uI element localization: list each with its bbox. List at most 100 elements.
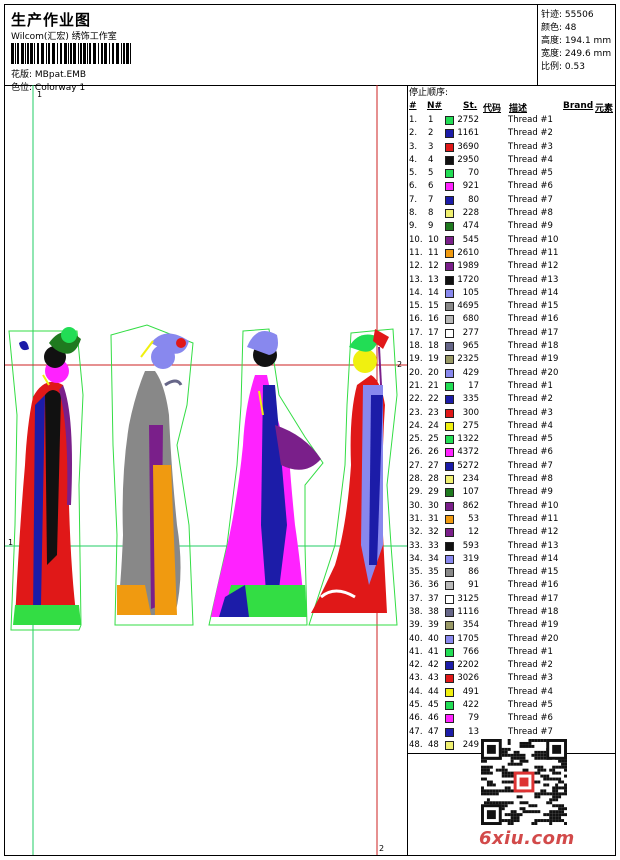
thread-stitches: 2202 <box>457 660 479 671</box>
thread-index: 44. <box>409 686 423 697</box>
thread-stitches: 1705 <box>457 633 479 644</box>
thread-description: Thread #6 <box>508 181 553 192</box>
thread-row: 33. 33 593 Thread #13 <box>409 541 609 554</box>
thread-row: 9. 9 474 Thread #9 <box>409 221 609 234</box>
thread-needle: 41 <box>428 646 439 657</box>
thread-needle: 14 <box>428 287 439 298</box>
thread-needle: 44 <box>428 686 439 697</box>
thread-needle: 23 <box>428 407 439 418</box>
thread-description: Thread #14 <box>508 553 559 564</box>
thread-index: 10. <box>409 234 423 245</box>
thread-index: 3. <box>409 141 418 152</box>
thread-description: Thread #1 <box>508 380 553 391</box>
thread-index: 43. <box>409 673 423 684</box>
thread-stitches: 1116 <box>457 606 479 617</box>
thread-stitches: 335 <box>462 394 479 405</box>
thread-index: 1. <box>409 115 418 125</box>
thread-stitches: 1989 <box>457 261 479 272</box>
thread-needle: 33 <box>428 540 439 551</box>
marker-left-mid: 1 <box>8 538 13 547</box>
design-label: 花版: <box>11 70 33 80</box>
thread-row: 46. 46 79 Thread #6 <box>409 713 609 726</box>
thread-needle: 13 <box>428 274 439 285</box>
design-value: MBpat.EMB <box>34 70 87 80</box>
thread-stitches: 12 <box>468 527 479 538</box>
thread-description: Thread #11 <box>508 513 559 524</box>
thread-row: 4. 4 2950 Thread #4 <box>409 155 609 168</box>
col-element: 元素 <box>595 104 614 114</box>
design-name-row: 花版: MBpat.EMB <box>11 67 86 80</box>
thread-needle: 32 <box>428 527 439 538</box>
thread-row: 37. 37 3125 Thread #17 <box>409 594 609 607</box>
thread-row: 12. 12 1989 Thread #12 <box>409 261 609 274</box>
thread-row: 20. 20 429 Thread #20 <box>409 368 609 381</box>
thread-row: 19. 19 2325 Thread #19 <box>409 354 609 367</box>
thread-description: Thread #8 <box>508 208 553 219</box>
thread-stitches: 3026 <box>457 673 479 684</box>
thread-needle: 18 <box>428 341 439 352</box>
thread-index: 6. <box>409 181 418 192</box>
thread-index: 19. <box>409 354 423 365</box>
thread-row: 1. 1 2752 Thread #1 <box>409 115 609 128</box>
thread-description: Thread #4 <box>508 154 553 165</box>
thread-stitches: 86 <box>468 567 479 578</box>
thread-description: Thread #5 <box>508 434 553 445</box>
thread-description: Thread #15 <box>508 301 559 312</box>
stop-sequence-title: 停止顺序: <box>409 88 449 98</box>
thread-row: 30. 30 862 Thread #10 <box>409 501 609 514</box>
thread-index: 12. <box>409 261 423 272</box>
col-index: # <box>409 101 417 111</box>
thread-needle: 46 <box>428 713 439 724</box>
thread-description: Thread #5 <box>508 168 553 179</box>
thread-index: 42. <box>409 660 423 671</box>
thread-stitches: 422 <box>462 700 479 711</box>
thread-description: Thread #17 <box>508 593 559 604</box>
thread-row: 35. 35 86 Thread #15 <box>409 567 609 580</box>
thread-description: Thread #3 <box>508 407 553 418</box>
thread-row: 39. 39 354 Thread #19 <box>409 620 609 633</box>
thread-index: 33. <box>409 540 423 551</box>
thread-needle: 42 <box>428 660 439 671</box>
thread-description: Thread #9 <box>508 221 553 232</box>
thread-index: 21. <box>409 380 423 391</box>
thread-needle: 30 <box>428 500 439 511</box>
thread-needle: 12 <box>428 261 439 272</box>
thread-needle: 3 <box>428 141 434 152</box>
figure-4 <box>308 328 398 626</box>
thread-description: Thread #1 <box>508 115 553 125</box>
stat-width: 宽度: 249.6 mm <box>541 49 612 59</box>
thread-needle: 22 <box>428 394 439 405</box>
thread-row: 41. 41 766 Thread #1 <box>409 647 609 660</box>
thread-stitches: 3125 <box>457 593 479 604</box>
thread-row: 24. 24 275 Thread #4 <box>409 421 609 434</box>
thread-description: Thread #7 <box>508 194 553 205</box>
thread-needle: 20 <box>428 367 439 378</box>
page-subtitle: Wilcom(汇宏) 绣饰工作室 <box>11 32 117 42</box>
thread-index: 26. <box>409 447 423 458</box>
thread-stitches: 1322 <box>457 434 479 445</box>
thread-row: 11. 11 2610 Thread #11 <box>409 248 609 261</box>
col-description: 描述 <box>509 104 528 114</box>
thread-description: Thread #6 <box>508 447 553 458</box>
thread-row: 3. 3 3690 Thread #3 <box>409 142 609 155</box>
thread-stitches: 545 <box>462 234 479 245</box>
thread-needle: 1 <box>428 115 434 125</box>
figure-1 <box>8 327 84 631</box>
thread-needle: 35 <box>428 567 439 578</box>
thread-row: 23. 23 300 Thread #3 <box>409 408 609 421</box>
thread-description: Thread #6 <box>508 713 553 724</box>
thread-index: 9. <box>409 221 418 232</box>
thread-stitches: 79 <box>468 713 479 724</box>
thread-description: Thread #13 <box>508 274 559 285</box>
thread-description: Thread #5 <box>508 700 553 711</box>
thread-needle: 17 <box>428 327 439 338</box>
thread-index: 36. <box>409 580 423 591</box>
thread-description: Thread #3 <box>508 673 553 684</box>
marker-right-bottom: 2 <box>379 844 384 853</box>
figure-2 <box>110 324 194 626</box>
thread-stitches: 228 <box>462 208 479 219</box>
col-stitches: St. <box>463 101 478 111</box>
thread-needle: 25 <box>428 434 439 445</box>
thread-row: 31. 31 53 Thread #11 <box>409 514 609 527</box>
thread-stitches: 13 <box>468 726 479 737</box>
